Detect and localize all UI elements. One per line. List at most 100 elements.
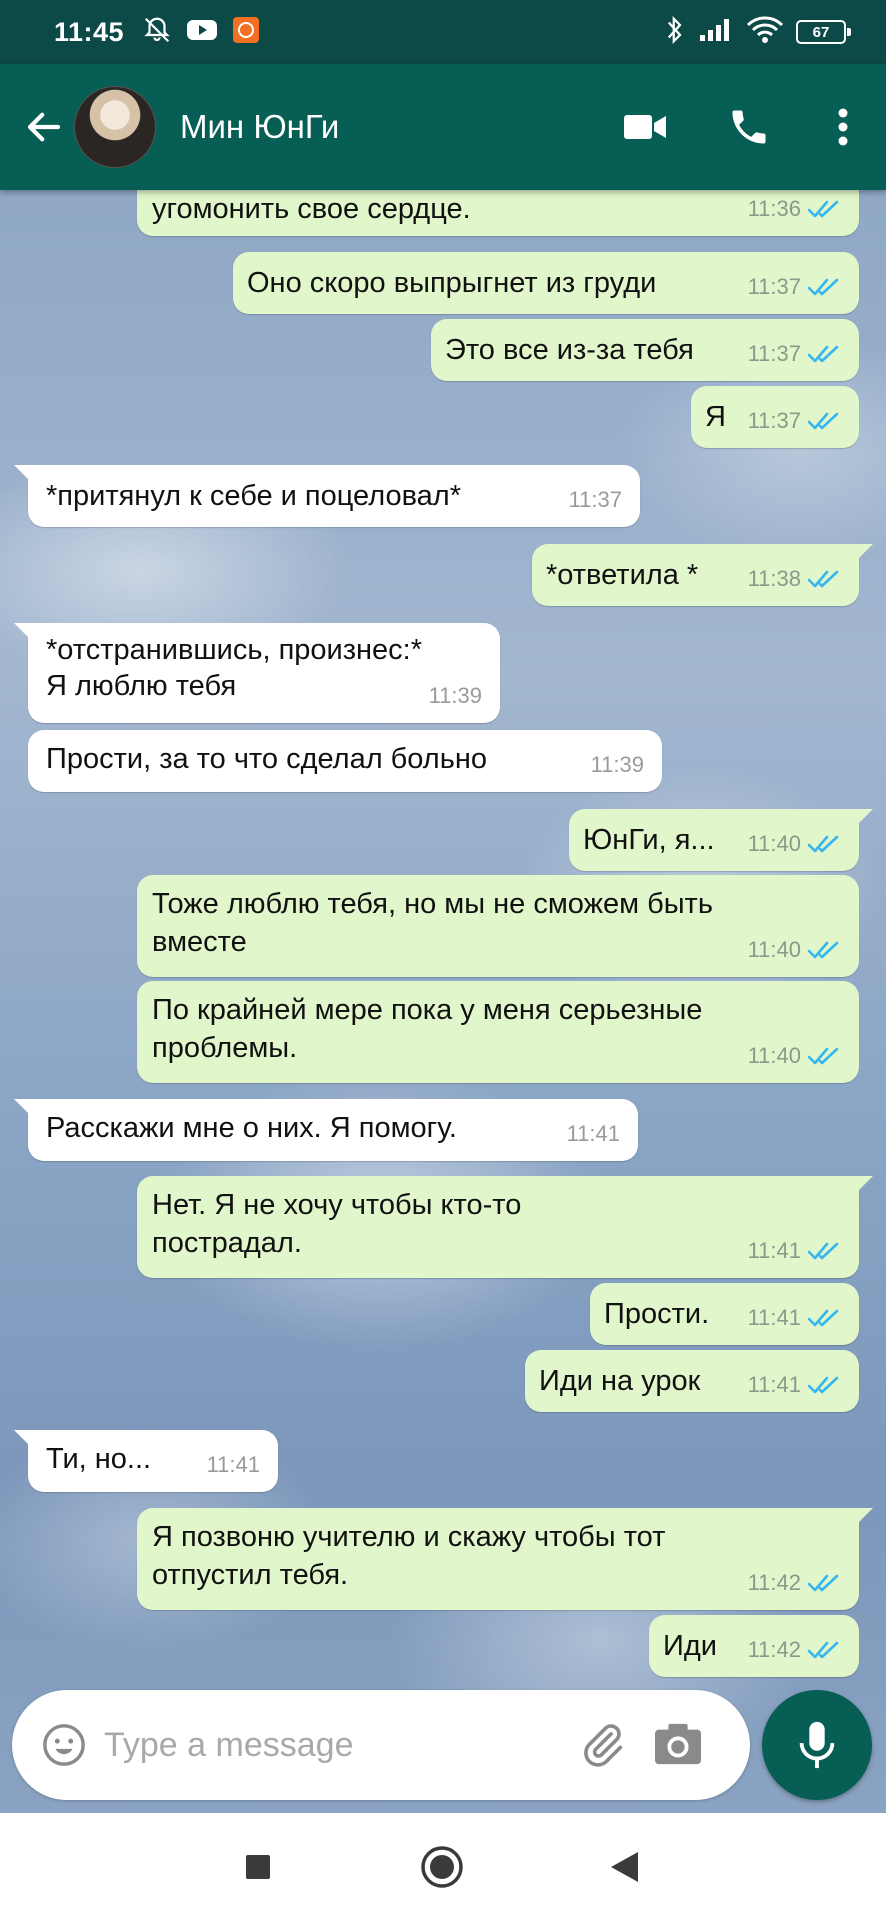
message-text: Ти, но... [46,1443,152,1475]
message-time: 11:40 [747,1043,801,1068]
message-list[interactable]: угомонить свое сердце. 11:36 Оно скоро в… [0,190,886,1813]
message-time: 11:41 [566,1121,620,1146]
bluetooth-icon [664,15,686,50]
message-meta: 11:41 [567,1115,620,1153]
message-meta: 11:36 [748,190,841,228]
message-text: Это все из-за тебя [445,334,694,366]
camera-icon [655,1723,701,1765]
message-time: 11:38 [747,566,801,591]
message-time: 11:37 [747,274,801,299]
signal-icon [698,17,734,48]
message-outgoing[interactable]: Иди на урок 11:41 [525,1350,859,1412]
message-outgoing[interactable]: Это все из-за тебя 11:37 [431,319,859,381]
message-time: 11:41 [747,1238,801,1263]
contact-name[interactable]: Мин ЮнГи [180,108,339,146]
message-meta: 11:42 [748,1564,841,1602]
message-meta: 11:41 [207,1446,260,1484]
message-incoming[interactable]: Прости, за то что сделал больно 11:39 [28,730,662,792]
message-outgoing[interactable]: ЮнГи, я... 11:40 [569,809,873,871]
message-text: Иди на урок [539,1365,701,1397]
message-text: Иди [663,1630,717,1662]
message-meta: 11:40 [748,825,841,863]
square-icon [246,1855,270,1879]
youtube-icon [186,18,218,47]
message-meta: 11:39 [429,677,482,715]
message-outgoing[interactable]: Я 11:37 [691,386,859,448]
system-navigation-bar [0,1813,886,1920]
emoji-button[interactable] [40,1721,88,1769]
double-check-read-icon [807,1574,839,1592]
message-input[interactable] [104,1725,574,1765]
back-nav-button[interactable] [598,1841,650,1893]
message-meta: 11:37 [748,335,841,373]
recents-button[interactable] [232,1841,284,1893]
bubble-tail [14,1430,36,1452]
message-incoming[interactable]: *отстранившись, произнес:* Я люблю тебя … [14,623,500,723]
message-outgoing[interactable]: Иди 11:42 [649,1615,859,1677]
video-camera-icon [624,115,666,139]
message-text: Оно скоро выпрыгнет из груди [247,267,657,299]
message-text: Расскажи мне о них. Я помогу. [46,1112,457,1144]
message-outgoing[interactable]: Я позвоню учителю и скажу чтобы тот отпу… [137,1508,873,1610]
message-incoming[interactable]: *притянул к себе и поцеловал* 11:37 [14,465,640,527]
triangle-back-icon [611,1852,638,1882]
more-options-button[interactable] [818,92,868,162]
double-check-read-icon [807,1047,839,1065]
message-outgoing[interactable]: Нет. Я не хочу чтобы кто-то пострадал. 1… [137,1176,873,1278]
message-text: *отстранившись, произнес:* [46,634,423,666]
message-meta: 11:41 [748,1232,841,1270]
bubble-tail [851,1176,873,1198]
back-arrow-icon [27,112,61,142]
message-text: вместе [152,926,247,958]
double-check-read-icon [807,835,839,853]
attach-button[interactable] [574,1717,630,1773]
message-text: Нет. Я не хочу чтобы кто-то [152,1189,522,1221]
more-vertical-icon [838,108,848,146]
message-time: 11:41 [747,1305,801,1330]
message-meta: 11:41 [748,1299,841,1337]
message-meta: 11:41 [748,1366,841,1404]
message-meta: 11:42 [748,1631,841,1669]
message-time: 11:42 [747,1570,801,1595]
message-incoming[interactable]: Ти, но... 11:41 [14,1430,278,1492]
message-outgoing[interactable]: Прости. 11:41 [590,1283,859,1345]
status-time: 11:45 [54,16,125,47]
message-text: *притянул к себе и поцеловал* [46,480,462,512]
message-text: проблемы. [152,1032,298,1064]
double-check-read-icon [807,345,839,363]
circle-home-icon [421,1846,463,1888]
message-time: 11:36 [747,196,801,221]
message-time: 11:39 [590,752,644,777]
double-check-read-icon [807,1242,839,1260]
back-button[interactable] [14,97,74,157]
message-outgoing[interactable]: Тоже люблю тебя, но мы не сможем быть вм… [137,875,859,977]
message-outgoing[interactable]: Оно скоро выпрыгнет из груди 11:37 [233,252,859,314]
message-outgoing[interactable]: угомонить свое сердце. 11:36 [137,190,859,236]
message-text: Я позвоню учителю и скажу чтобы тот [152,1521,666,1553]
message-incoming[interactable]: Расскажи мне о них. Я помогу. 11:41 [14,1099,638,1161]
voice-record-button[interactable] [762,1690,872,1800]
message-text: Прости. [604,1298,710,1330]
message-text: По крайней мере пока у меня серьезные [152,994,703,1026]
bubble-tail [14,465,36,487]
home-button[interactable] [416,1841,468,1893]
message-meta: 11:37 [748,268,841,306]
message-meta: 11:40 [748,931,841,969]
battery-indicator: 67 [796,20,851,44]
message-outgoing[interactable]: *ответила * 11:38 [532,544,873,606]
contact-avatar[interactable] [74,86,156,168]
message-text: ЮнГи, я... [583,824,715,856]
double-check-read-icon [807,412,839,430]
message-text: *ответила * [546,559,699,591]
bubble-tail [851,1508,873,1530]
camera-button[interactable] [650,1717,706,1773]
double-check-read-icon [807,1376,839,1394]
message-outgoing[interactable]: По крайней мере пока у меня серьезные пр… [137,981,859,1083]
notifications-muted-icon [142,15,172,50]
status-bar: 11:45 67 [0,0,886,64]
message-time: 11:40 [747,937,801,962]
double-check-read-icon [807,1641,839,1659]
emoji-icon [43,1724,85,1766]
video-call-button[interactable] [610,92,680,162]
voice-call-button[interactable] [714,92,784,162]
